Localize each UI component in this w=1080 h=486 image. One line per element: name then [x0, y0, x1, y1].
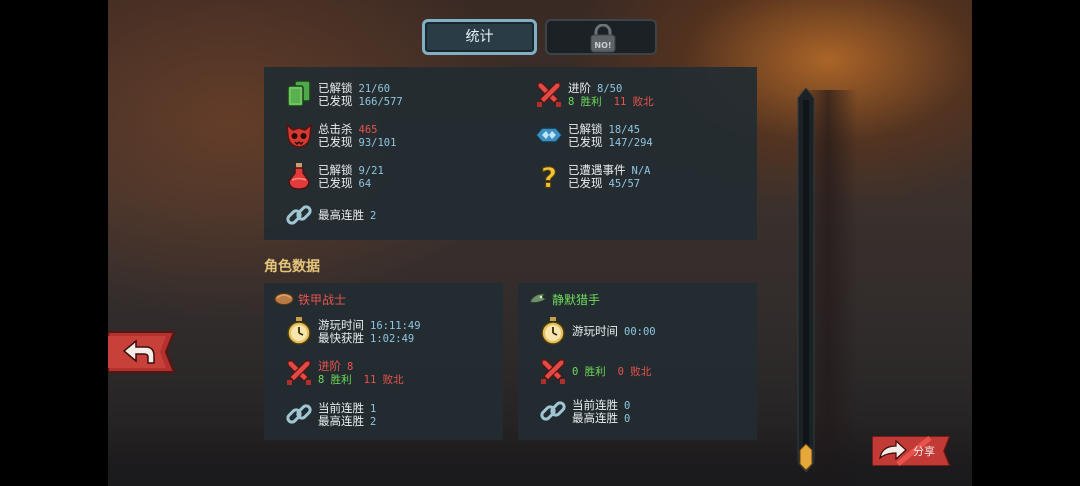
- events-seen-value: 45/57: [608, 178, 641, 190]
- events-value: N/A: [631, 165, 651, 177]
- crossed-swords-icon: [284, 357, 314, 387]
- chain-link-icon: [284, 399, 314, 429]
- ironclad-wins: 8 胜利: [318, 374, 352, 386]
- potions-unlocked-label: 已解锁: [318, 163, 353, 177]
- kills-value: 465: [358, 124, 378, 136]
- share-button[interactable]: [872, 436, 952, 466]
- silent-losses: 0 败北: [617, 366, 652, 378]
- ironclad-name: 铁甲战士: [298, 293, 347, 307]
- cards-icon: [284, 79, 314, 109]
- cards-unlocked-value: 21/60: [358, 83, 391, 95]
- relics-seen-label: 已发现: [568, 135, 603, 149]
- ascension-value: 8/50: [597, 83, 623, 95]
- events-seen-label: 已发现: [568, 176, 603, 190]
- ascension-losses: 11 败北: [613, 96, 654, 108]
- potion-icon: [284, 161, 314, 191]
- stopwatch-icon: [284, 316, 314, 346]
- monsters-seen-label: 已发现: [318, 135, 353, 149]
- potions-seen-label: 已发现: [318, 176, 353, 190]
- scrollbar[interactable]: [797, 88, 815, 472]
- silent-playtime-value: 00:00: [624, 326, 656, 338]
- relics-unlocked-label: 已解锁: [568, 122, 603, 136]
- silent-icon: [528, 291, 548, 305]
- scrollbar-thumb: [799, 443, 813, 471]
- ironclad-icon: [274, 291, 294, 305]
- ironclad-best-streak-value: 2: [370, 416, 377, 428]
- chain-link-icon: [538, 396, 568, 426]
- ironclad-fastest-label: 最快获胜: [318, 331, 364, 345]
- relics-seen-value: 147/294: [608, 137, 653, 149]
- character-section-title: 角色数据: [264, 259, 320, 275]
- ironclad-current-streak-label: 当前连胜: [318, 401, 364, 415]
- stopwatch-icon: [538, 316, 568, 346]
- svg-text:NO!: NO!: [594, 41, 611, 50]
- events-label: 已遭遇事件: [568, 163, 626, 177]
- silent-current-streak-value: 0: [624, 400, 631, 412]
- demon-skull-icon: [284, 120, 314, 150]
- potions-seen-value: 64: [358, 178, 372, 190]
- question-mark-icon: ?: [534, 161, 564, 191]
- ironclad-losses: 11 败北: [363, 374, 404, 386]
- padlock-icon: NO!: [585, 24, 621, 54]
- silent-wins: 0 胜利: [572, 366, 606, 378]
- tab-stats-label: 统计: [465, 29, 494, 45]
- silent-best-streak-value: 0: [624, 413, 631, 425]
- ascension-label: 进阶: [568, 81, 591, 95]
- ironclad-best-streak-label: 最高连胜: [318, 414, 364, 428]
- kills-label: 总击杀: [318, 122, 353, 136]
- silent-current-streak-label: 当前连胜: [572, 398, 618, 412]
- cards-seen-value: 166/577: [358, 96, 403, 108]
- ironclad-current-streak-value: 1: [370, 403, 377, 415]
- share-label: 分享: [913, 445, 935, 458]
- ironclad-fastest-value: 1:02:49: [370, 333, 415, 345]
- silent-name: 静默猎手: [552, 293, 601, 307]
- ascension-wins: 8 胜利: [568, 96, 602, 108]
- monsters-seen-value: 93/101: [358, 137, 397, 149]
- relic-icon: [534, 120, 564, 150]
- silent-best-streak-label: 最高连胜: [572, 411, 618, 425]
- ironclad-playtime-value: 16:11:49: [370, 320, 421, 332]
- crossed-swords-icon: [538, 356, 568, 386]
- tab-locked[interactable]: NO!: [545, 19, 657, 55]
- relics-unlocked-value: 18/45: [608, 124, 641, 136]
- cards-seen-label: 已发现: [318, 94, 353, 108]
- ironclad-playtime-label: 游玩时间: [318, 318, 364, 332]
- silent-playtime-label: 游玩时间: [572, 324, 618, 338]
- ironclad-ascension-label: 进阶: [318, 359, 341, 373]
- svg-text:?: ?: [541, 161, 557, 191]
- best-streak-label: 最高连胜: [318, 208, 364, 222]
- crossed-swords-icon: [534, 79, 564, 109]
- best-streak-value: 2: [370, 210, 377, 222]
- potions-unlocked-value: 9/21: [358, 165, 384, 177]
- cards-unlocked-label: 已解锁: [318, 81, 353, 95]
- ironclad-ascension-value: 8: [347, 361, 354, 373]
- chain-link-icon: [284, 200, 314, 230]
- back-button[interactable]: [108, 330, 176, 374]
- tab-stats[interactable]: 统计: [422, 19, 537, 55]
